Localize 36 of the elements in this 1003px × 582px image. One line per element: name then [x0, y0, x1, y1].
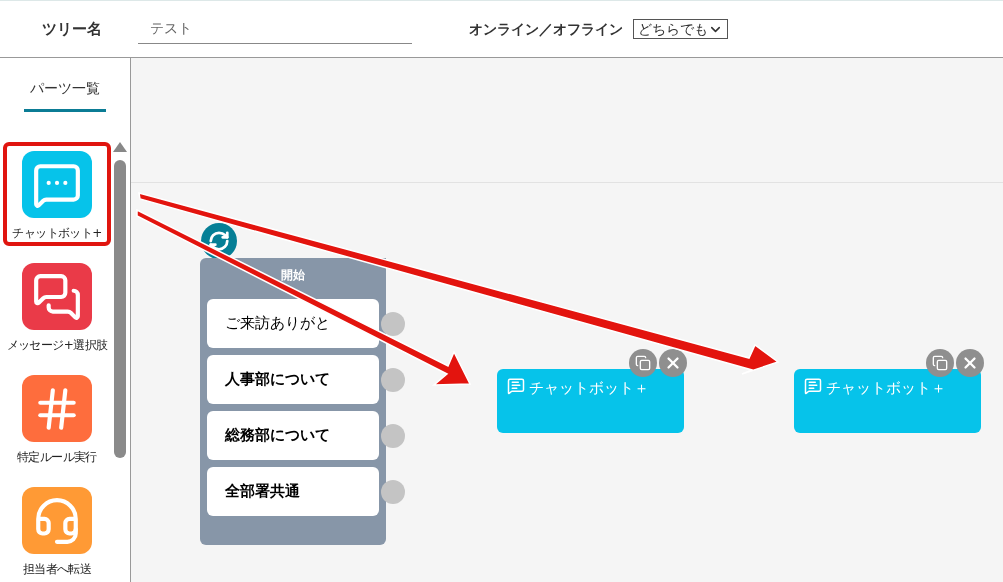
option-item[interactable]: 人事部について — [207, 355, 379, 404]
tree-name-field[interactable]: テスト — [138, 14, 412, 44]
palette-item[interactable]: チャットボット+ — [3, 142, 111, 246]
parts-tab[interactable]: パーツ一覧 — [24, 78, 106, 112]
palette-label: チャットボット+ — [12, 225, 102, 242]
status-dropdown[interactable]: どちらでも — [633, 19, 728, 39]
option-item[interactable]: ご来訪ありがと — [207, 299, 379, 348]
copy-button[interactable] — [926, 349, 954, 377]
close-icon — [961, 354, 979, 372]
palette-label: 担当者へ転送 — [22, 561, 92, 578]
tree-name-label: ツリー名 — [42, 18, 103, 40]
palette-item[interactable]: 担当者へ転送 — [3, 478, 111, 582]
node-title: チャットボット＋ — [529, 378, 649, 399]
chat-icon — [507, 377, 525, 395]
message-icon — [32, 271, 82, 322]
copy-button[interactable] — [629, 349, 657, 377]
status-label: オンライン／オフライン — [469, 19, 623, 39]
palette-item[interactable]: メッセージ+選択肢 — [3, 254, 111, 358]
option-item[interactable]: 全部署共通 — [207, 467, 379, 516]
option-item[interactable]: 総務部について — [207, 411, 379, 460]
close-icon — [664, 354, 682, 372]
close-button[interactable] — [659, 349, 687, 377]
palette-item[interactable]: 特定ルール実行 — [3, 366, 111, 470]
connector-port[interactable] — [381, 368, 405, 392]
palette-label: メッセージ+選択肢 — [6, 337, 108, 354]
copy-icon — [932, 355, 948, 371]
connector-port[interactable] — [381, 424, 405, 448]
copy-icon — [635, 355, 651, 371]
chat-icon — [804, 377, 822, 395]
palette-label: 特定ルール実行 — [17, 449, 97, 466]
start-node-title: 開始 — [280, 267, 306, 284]
node-title: チャットボット＋ — [826, 378, 946, 399]
connector-port[interactable] — [381, 312, 405, 336]
refresh-icon — [208, 230, 230, 252]
close-button[interactable] — [956, 349, 984, 377]
connector-port[interactable] — [381, 480, 405, 504]
